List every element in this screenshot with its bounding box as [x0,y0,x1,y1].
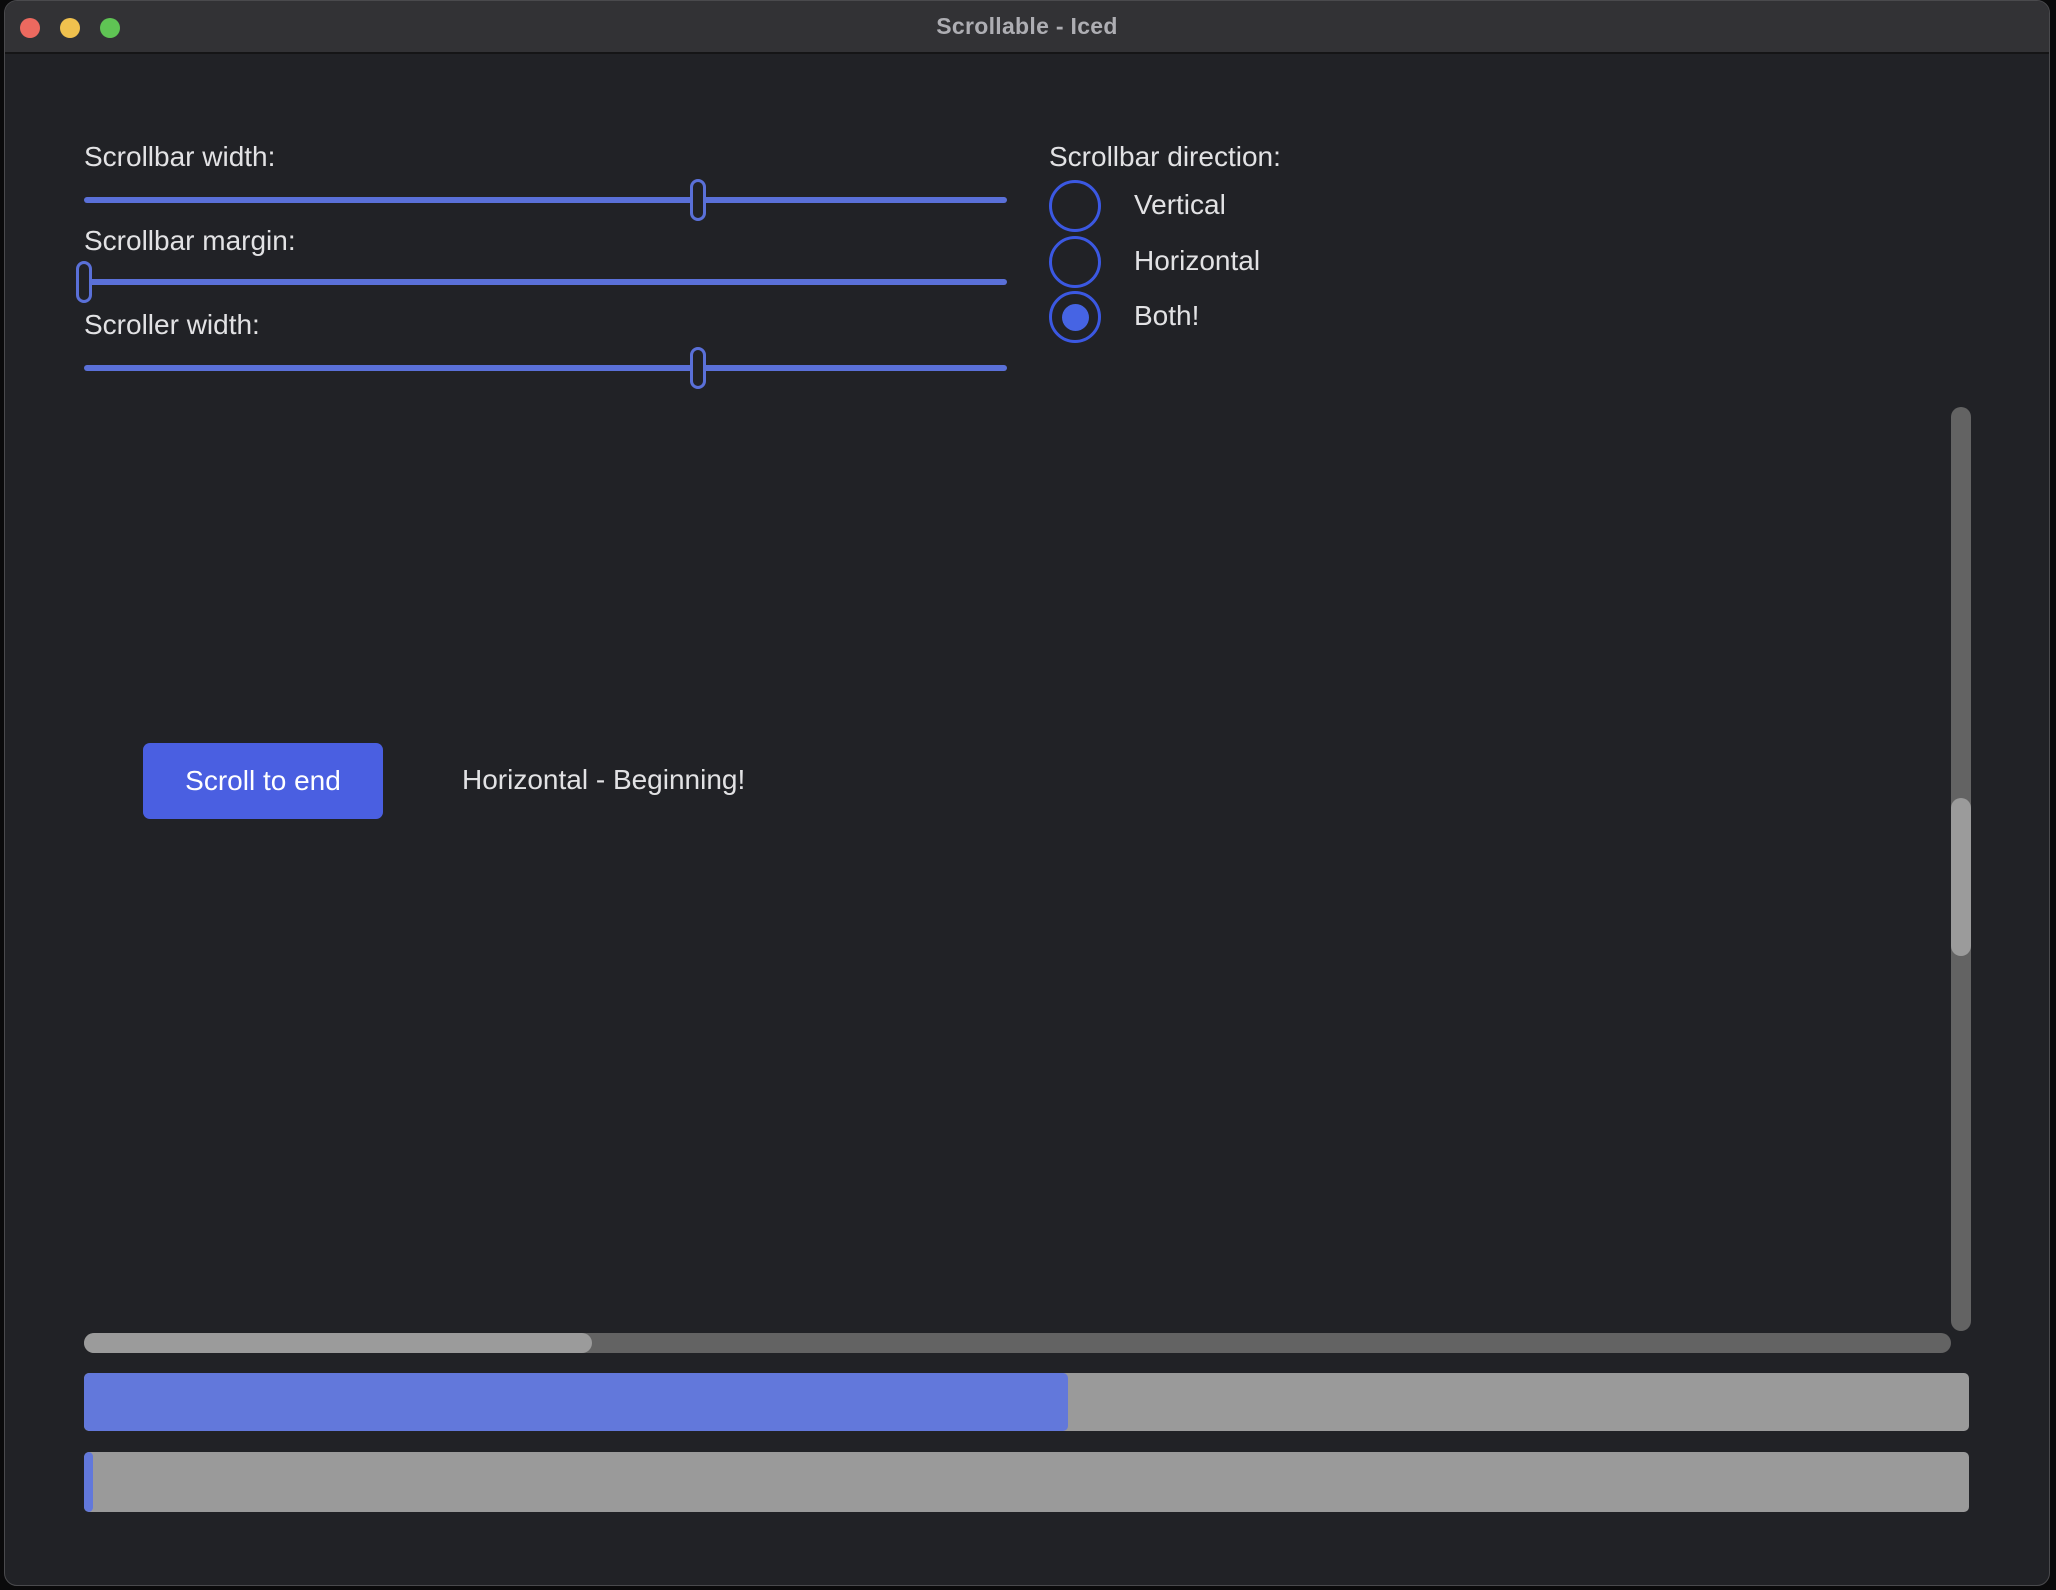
app-window: Scrollable - Iced Scrollbar width: Scrol… [4,0,2050,1586]
horizontal-progress-bar [84,1373,1969,1431]
radio-horizontal-label[interactable]: Horizontal [1134,245,1260,277]
minimize-window-button[interactable] [60,18,80,38]
scrollbar-width-slider[interactable] [84,197,1007,203]
scrollbar-margin-slider-handle[interactable] [76,261,92,303]
vertical-scrollbar-track[interactable] [1951,407,1971,1331]
vertical-scrollbar-thumb[interactable] [1951,798,1971,956]
scrollbar-margin-slider[interactable] [84,279,1007,285]
scroller-width-slider-handle[interactable] [690,347,706,389]
scrollbar-width-label: Scrollbar width: [84,141,275,173]
radio-vertical-label[interactable]: Vertical [1134,189,1226,221]
scrollbar-margin-label: Scrollbar margin: [84,225,296,257]
radio-both[interactable] [1049,291,1101,343]
scrollbar-width-slider-handle[interactable] [690,179,706,221]
scroller-width-slider[interactable] [84,365,1007,371]
radio-vertical[interactable] [1049,180,1101,232]
scroll-status-text: Horizontal - Beginning! [462,764,745,796]
progress-fill [84,1452,93,1512]
titlebar: Scrollable - Iced [5,1,2049,54]
scroller-width-label: Scroller width: [84,309,260,341]
progress-fill [84,1373,1068,1431]
scrollbar-direction-label: Scrollbar direction: [1049,141,1281,173]
radio-horizontal[interactable] [1049,236,1101,288]
window-title: Scrollable - Iced [936,13,1118,40]
traffic-lights [20,1,120,54]
radio-dot [1062,304,1089,331]
horizontal-scrollbar-thumb[interactable] [84,1333,592,1353]
vertical-progress-bar [84,1452,1969,1512]
radio-both-label[interactable]: Both! [1134,300,1199,332]
close-window-button[interactable] [20,18,40,38]
horizontal-scrollbar-track[interactable] [84,1333,1951,1353]
zoom-window-button[interactable] [100,18,120,38]
scroll-to-end-button[interactable]: Scroll to end [143,743,383,819]
